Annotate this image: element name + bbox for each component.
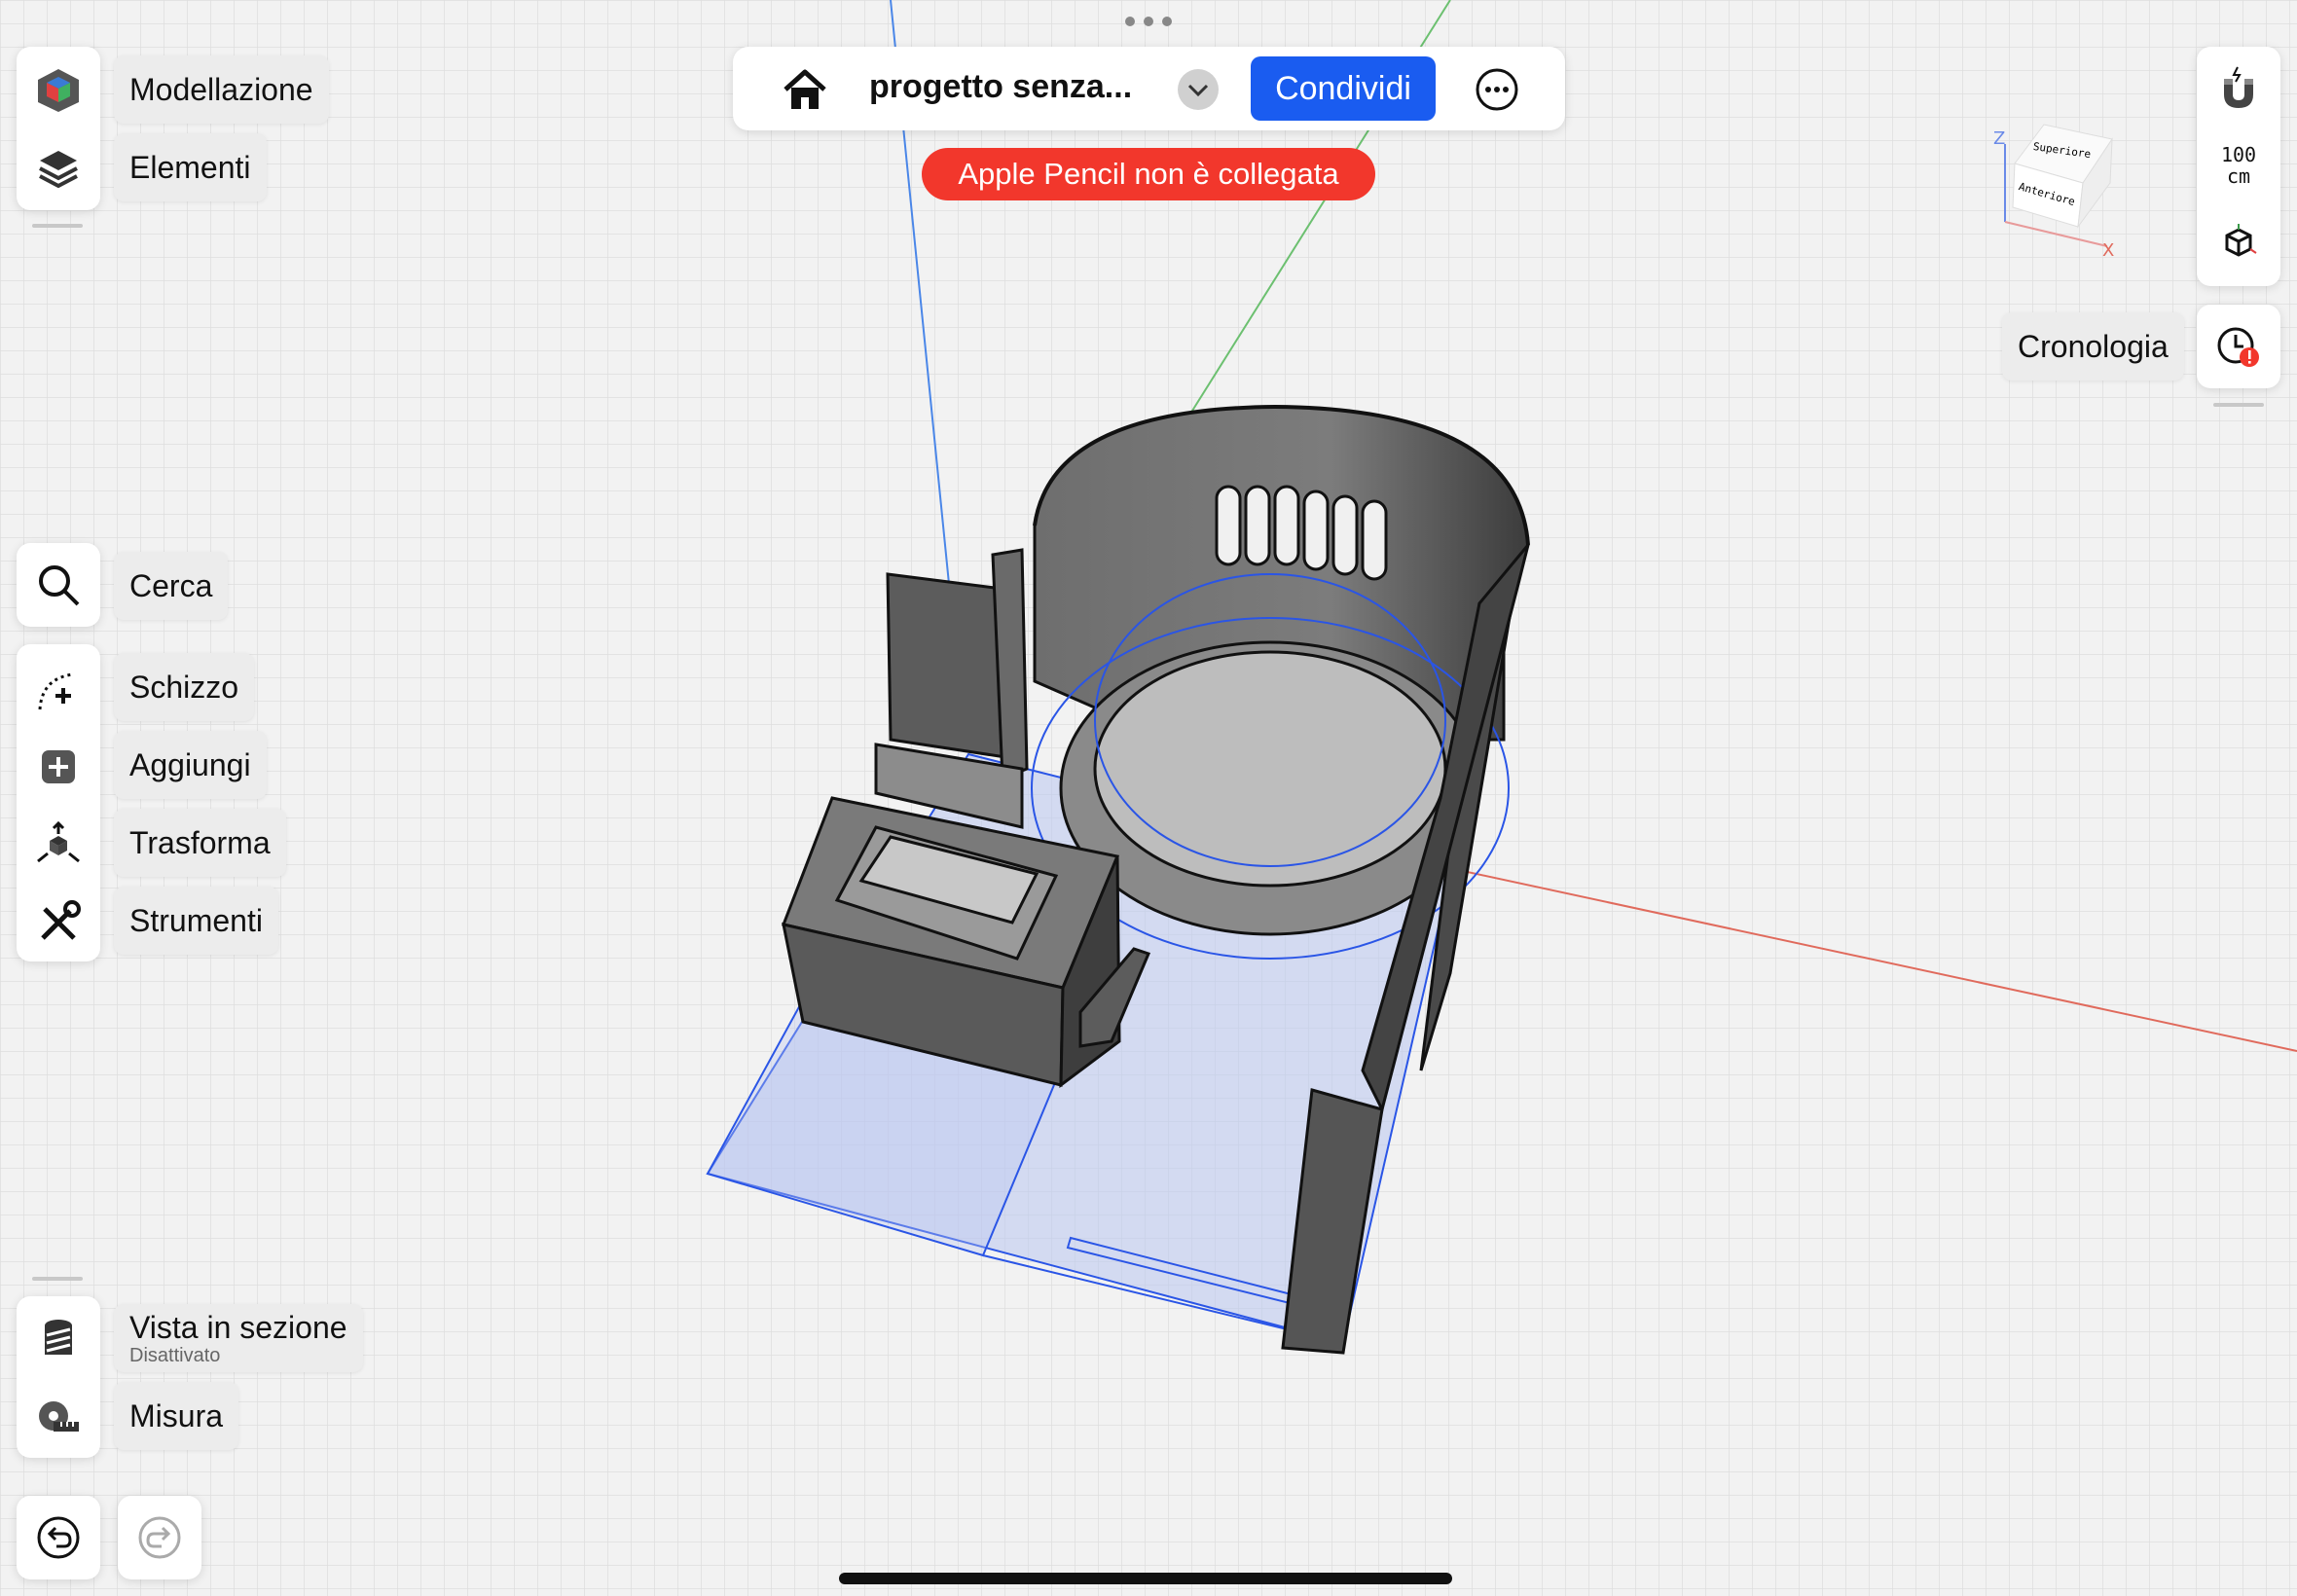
transform-icon[interactable] <box>29 816 88 874</box>
top-bar: progetto senza... Condividi <box>733 47 1565 130</box>
transform-label[interactable]: Trasforma <box>114 809 286 877</box>
undo-button[interactable] <box>17 1496 100 1579</box>
divider <box>2213 403 2264 407</box>
tools-panel <box>17 644 100 961</box>
measure-tape-icon[interactable] <box>29 1388 88 1446</box>
cube-axis-x: X <box>2102 240 2114 261</box>
history-icon <box>2209 317 2268 376</box>
section-view-label: Vista in sezione <box>129 1310 347 1345</box>
history-label[interactable]: Cronologia <box>2002 312 2184 381</box>
more-icon[interactable] <box>1468 60 1526 119</box>
divider <box>32 1277 83 1281</box>
section-view-chip[interactable]: Vista in sezione Disattivato <box>114 1304 363 1372</box>
search-panel <box>17 543 100 627</box>
sketch-label[interactable]: Schizzo <box>114 653 255 721</box>
multitask-handle[interactable] <box>1125 17 1172 28</box>
modeling-cube-icon[interactable] <box>29 60 88 119</box>
section-view-icon[interactable] <box>29 1310 88 1368</box>
add-icon[interactable] <box>29 738 88 796</box>
wrench-icon[interactable] <box>29 893 88 952</box>
search-icon[interactable] <box>29 556 88 614</box>
redo-button[interactable] <box>118 1496 201 1579</box>
magnet-icon[interactable] <box>2209 60 2268 119</box>
search-label[interactable]: Cerca <box>114 552 229 620</box>
project-title[interactable]: progetto senza... <box>869 68 1132 106</box>
scale-value: 100 <box>2220 143 2257 166</box>
divider <box>32 224 83 228</box>
tools-label[interactable]: Strumenti <box>114 887 278 955</box>
cube-axis-z: Z <box>1993 128 2005 149</box>
right-snap-panel: 100 cm <box>2197 47 2280 286</box>
section-measure-panel <box>17 1296 100 1458</box>
scale-unit: cm <box>2226 164 2251 188</box>
measure-label[interactable]: Misura <box>114 1382 239 1450</box>
scale-readout[interactable]: 100 cm <box>2197 144 2280 187</box>
add-label[interactable]: Aggiungi <box>114 731 267 799</box>
layers-icon[interactable] <box>29 138 88 197</box>
pencil-alert-badge: Apple Pencil non è collegata <box>922 148 1375 200</box>
view-cube[interactable]: Superiore Anteriore Z X <box>1976 115 2132 261</box>
sketch-icon[interactable] <box>29 662 88 720</box>
redo-icon <box>130 1508 189 1567</box>
home-icon[interactable] <box>776 60 834 119</box>
elements-label[interactable]: Elementi <box>114 133 267 201</box>
chevron-down-icon[interactable] <box>1169 60 1227 119</box>
view-cube-toggle-icon[interactable] <box>2209 214 2268 272</box>
undo-icon <box>29 1508 88 1567</box>
section-view-status: Disattivato <box>129 1345 221 1366</box>
history-button[interactable] <box>2197 305 2280 388</box>
left-top-panel <box>17 47 100 210</box>
home-indicator[interactable] <box>839 1573 1452 1584</box>
share-button[interactable]: Condividi <box>1251 56 1436 121</box>
modeling-label[interactable]: Modellazione <box>114 55 329 124</box>
